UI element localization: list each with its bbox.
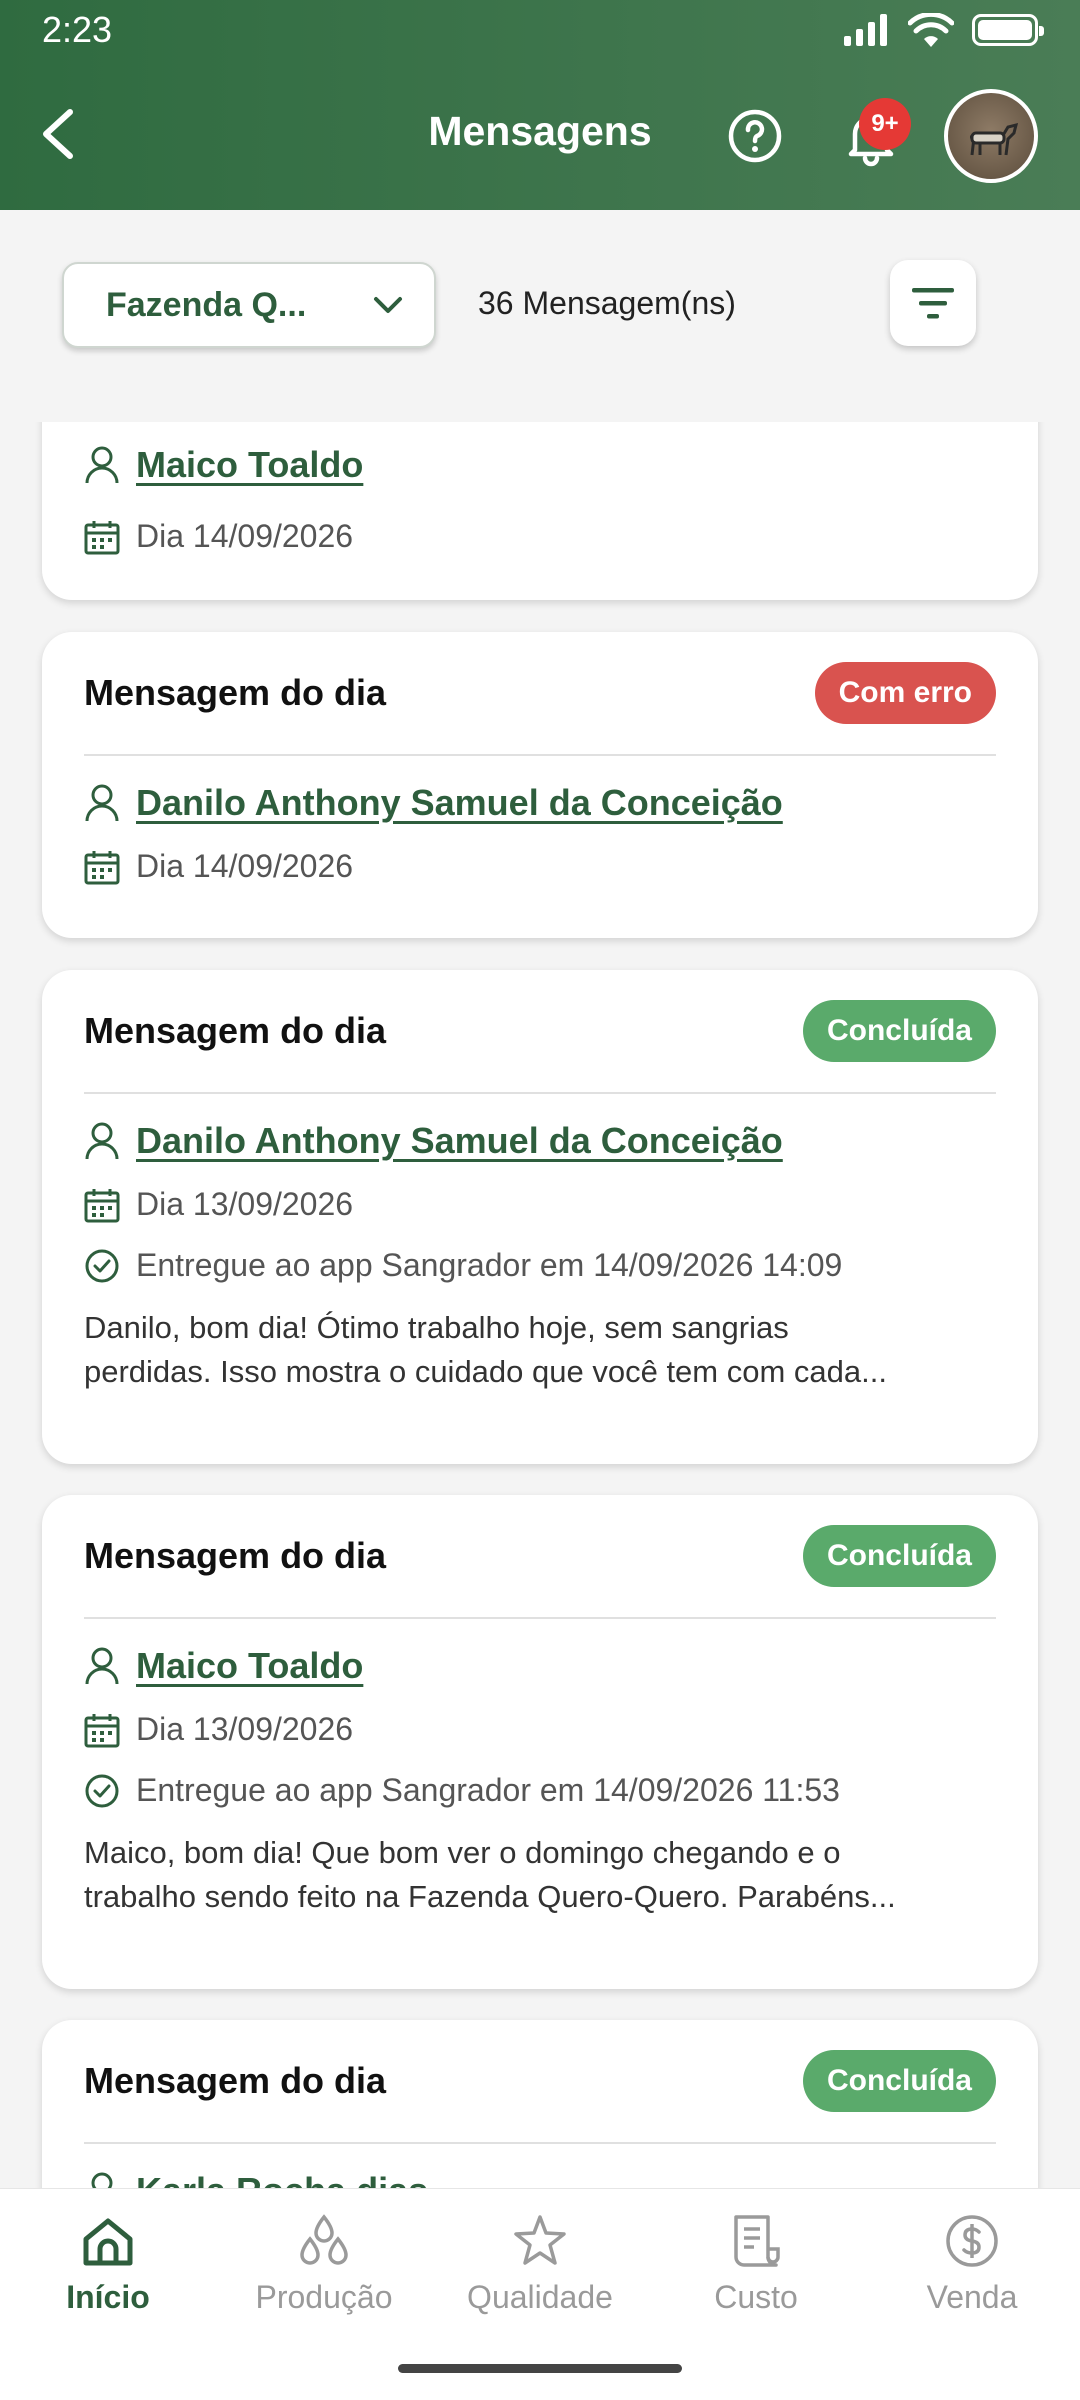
status-badge: Concluída [802, 2050, 996, 2112]
avatar[interactable] [944, 89, 1038, 183]
user-icon [91, 2172, 113, 2188]
message-date: Dia 13/09/2026 [136, 1186, 354, 1222]
message-date: Dia 13/09/2026 [136, 1711, 354, 1747]
message-preview: Danilo, bom dia! Ótimo trabalho hoje, se… [84, 1310, 887, 1389]
check-circle-icon [85, 1249, 119, 1282]
home-indicator[interactable] [398, 2364, 682, 2373]
user-name-link[interactable]: Danilo Anthony Samuel da Conceição [136, 782, 783, 824]
status-badge: Concluída [802, 1525, 996, 1587]
wifi-icon [908, 13, 954, 47]
filter-icon [912, 288, 954, 319]
check-circle-icon [85, 1774, 119, 1807]
message-card[interactable]: Mensagem do dia Concluída Karla Rocha di… [42, 2020, 1038, 2188]
chevron-down-icon [374, 297, 402, 313]
message-title: Mensagem do dia [84, 672, 387, 713]
battery-icon [972, 14, 1044, 46]
filter-button[interactable] [890, 260, 976, 346]
user-name-link[interactable]: Maico Toaldo [136, 444, 363, 486]
delivery-status: Entregue ao app Sangrador em 14/09/2026 … [136, 1772, 840, 1808]
message-date: Dia 14/09/2026 [136, 518, 354, 554]
signal-icon [844, 14, 887, 46]
status-time: 2:23 [42, 9, 113, 50]
farm-selector-label: Fazenda Q... [106, 285, 307, 324]
home-icon [83, 2218, 133, 2266]
message-count: 36 Mensagem(ns) [478, 285, 736, 321]
nav-item-producao[interactable]: Produção [216, 2213, 432, 2316]
nav-item-inicio[interactable]: Início [0, 2213, 216, 2316]
status-badge: Com erro [814, 662, 996, 724]
status-badge: Concluída [802, 1000, 996, 1062]
dollar-icon [946, 2215, 998, 2267]
app-header: 2:23 Mensagens 9+ [0, 0, 1080, 210]
nav-label: Qualidade [467, 2279, 613, 2315]
notification-badge: 9+ [859, 98, 911, 150]
user-name-link[interactable]: Danilo Anthony Samuel da Conceição [136, 1120, 783, 1162]
nav-item-qualidade[interactable]: Qualidade [432, 2213, 648, 2316]
help-icon[interactable] [727, 108, 783, 164]
message-preview: Maico, bom dia! Que bom ver o domingo ch… [84, 1835, 896, 1914]
user-name-link[interactable]: Maico Toaldo [136, 1645, 363, 1687]
message-card[interactable]: Mensagem do dia Concluída Danilo Anthony… [42, 970, 1038, 1464]
drops-icon [300, 2214, 348, 2265]
user-icon [85, 446, 119, 484]
farm-selector[interactable]: Fazenda Q... [62, 262, 436, 348]
nav-item-venda[interactable]: Venda [864, 2213, 1080, 2316]
star-icon [514, 2215, 566, 2265]
calendar-icon [84, 520, 120, 554]
nav-label: Produção [255, 2279, 393, 2315]
nav-label: Custo [714, 2279, 798, 2315]
message-card[interactable]: Mensagem do dia Concluída Maico Toaldo D… [42, 1495, 1038, 1989]
page-title: Mensagens [428, 108, 652, 154]
zebra-icon [970, 122, 1019, 156]
message-title: Mensagem do dia [84, 1535, 387, 1576]
nav-label: Início [66, 2279, 150, 2315]
message-list[interactable]: Maico Toaldo Dia 14/09/2026 Mensagem do … [0, 422, 1080, 2188]
message-card[interactable]: Mensagem do dia Com erro Danilo Anthony … [42, 632, 1038, 938]
message-title: Mensagem do dia [84, 1010, 387, 1051]
user-icon [85, 1122, 119, 1160]
status-bar: 2:23 [42, 8, 1044, 52]
user-icon [85, 1647, 119, 1685]
calendar-icon [84, 1188, 120, 1222]
calendar-icon [84, 1713, 120, 1747]
message-title: Mensagem do dia [84, 2060, 387, 2101]
delivery-status: Entregue ao app Sangrador em 14/09/2026 … [136, 1247, 843, 1283]
nav-item-custo[interactable]: Custo [648, 2213, 864, 2316]
calendar-icon [84, 850, 120, 884]
receipt-icon [734, 2215, 780, 2267]
user-name-link[interactable]: Karla Rocha dias [136, 2170, 428, 2188]
message-date: Dia 14/09/2026 [136, 848, 354, 884]
user-icon [85, 784, 119, 822]
nav-label: Venda [926, 2279, 1018, 2315]
message-card[interactable]: Maico Toaldo Dia 14/09/2026 [42, 422, 1038, 600]
